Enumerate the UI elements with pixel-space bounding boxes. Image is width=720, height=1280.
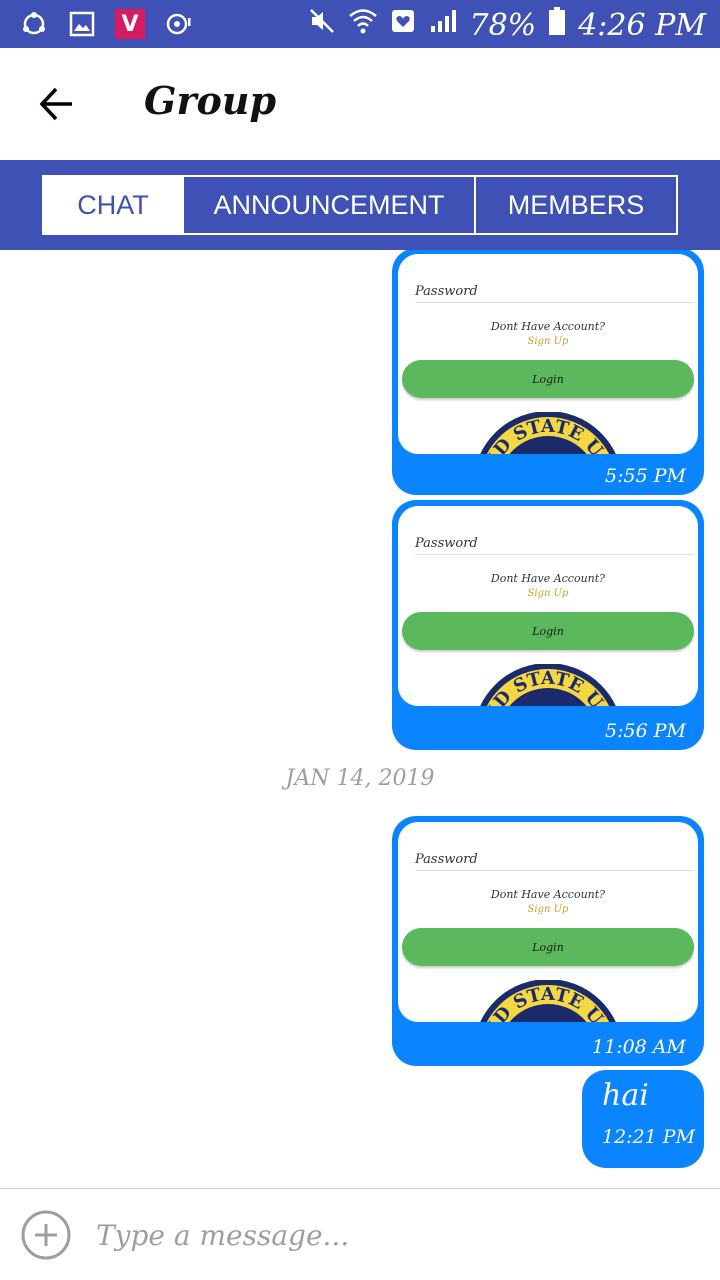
tabs-bar: CHAT ANNOUNCEMENT MEMBERS (0, 160, 720, 250)
arrow-left-icon (39, 87, 72, 121)
chat-messages[interactable]: Password Dont Have Account? Sign Up Logi… (0, 250, 720, 1188)
tab-group: CHAT ANNOUNCEMENT MEMBERS (42, 175, 678, 235)
plus-circle-icon (21, 1210, 71, 1260)
tab-announcement[interactable]: ANNOUNCEMENT (184, 177, 476, 233)
image-attachment[interactable]: Password Dont Have Account? Sign Up Logi… (398, 506, 698, 706)
seal-icon: AND STATE U (478, 664, 616, 706)
gallery-icon (66, 8, 98, 40)
image-attachment[interactable]: Password Dont Have Account? Sign Up Logi… (398, 822, 698, 1022)
battery-percent: 78% (469, 7, 537, 43)
wifi-icon (348, 7, 378, 43)
message-text: hai (602, 1078, 649, 1113)
image-message[interactable]: Password Dont Have Account? Sign Up Logi… (392, 816, 704, 1066)
message-time: 5:55 PM (605, 465, 686, 487)
message-composer (0, 1188, 720, 1280)
image-message[interactable]: Password Dont Have Account? Sign Up Logi… (392, 250, 704, 495)
back-button[interactable] (30, 78, 82, 130)
tab-members[interactable]: MEMBERS (476, 177, 676, 233)
seal-icon: AND STATE U (478, 412, 616, 454)
image-message[interactable]: Password Dont Have Account? Sign Up Logi… (392, 500, 704, 750)
vidmate-icon: V (114, 8, 146, 40)
text-message[interactable]: hai 12:21 PM (582, 1070, 704, 1168)
app-bar: Group (0, 48, 720, 160)
status-bar: V 78% 4:26 PM (0, 0, 720, 48)
image-attachment[interactable]: Password Dont Have Account? Sign Up Logi… (398, 254, 698, 454)
sync-icon (162, 8, 194, 40)
message-time: 5:56 PM (605, 720, 686, 742)
message-time: 11:08 AM (592, 1036, 686, 1058)
add-attachment-button[interactable] (20, 1209, 72, 1261)
message-time: 12:21 PM (602, 1126, 696, 1148)
seal-icon: AND STATE U (478, 980, 616, 1022)
date-separator: JAN 14, 2019 (285, 766, 435, 791)
battery-icon (548, 6, 566, 44)
signal-icon (428, 7, 458, 43)
clock: 4:26 PM (578, 7, 706, 43)
heart-signal-icon (390, 7, 416, 43)
page-title: Group (144, 78, 277, 123)
mute-icon (308, 7, 336, 43)
message-input[interactable] (96, 1209, 696, 1261)
share-icon (18, 8, 50, 40)
tab-chat[interactable]: CHAT (44, 177, 184, 233)
